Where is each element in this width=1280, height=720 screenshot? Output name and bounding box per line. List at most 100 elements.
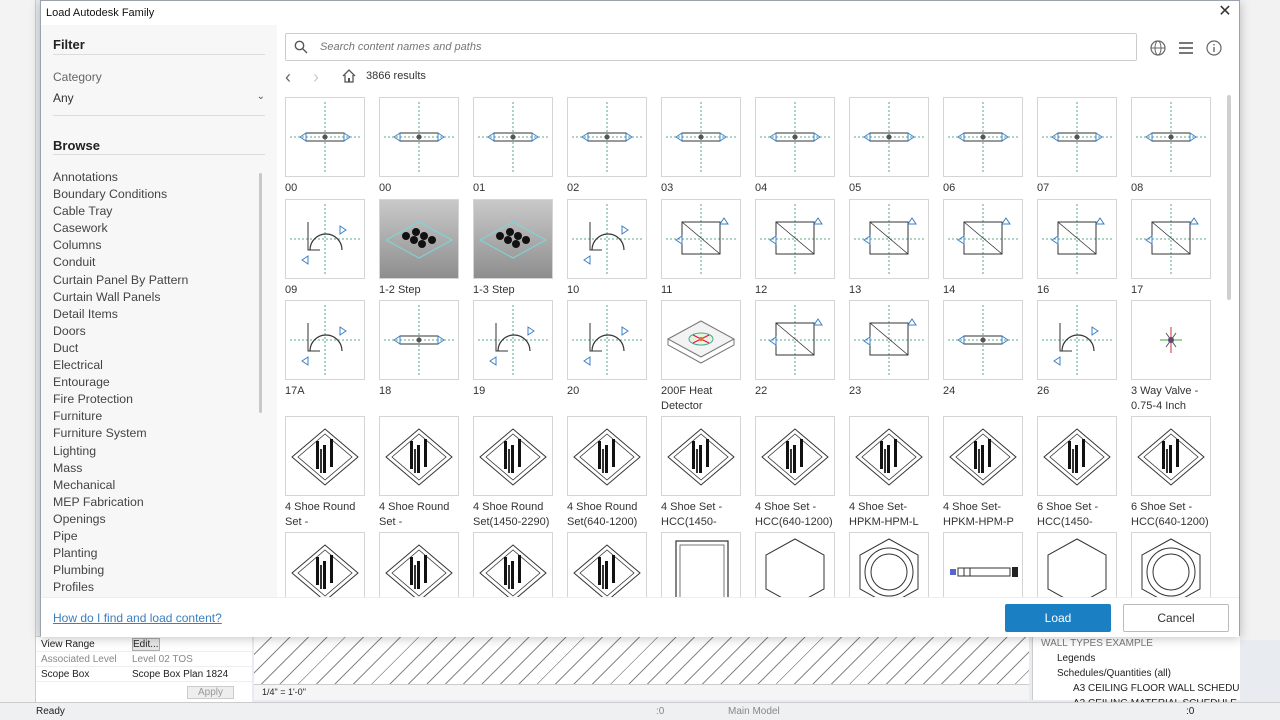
browse-item[interactable]: Conduit (53, 254, 253, 271)
family-card[interactable]: 1-3 Step Surface (473, 199, 553, 313)
globe-icon[interactable] (1149, 39, 1167, 57)
family-card[interactable]: 00 (285, 97, 365, 196)
family-card[interactable] (473, 532, 553, 597)
family-card[interactable]: 23 (849, 300, 929, 399)
family-card[interactable]: 02 (567, 97, 647, 196)
browser-item[interactable]: WALL TYPES EXAMPLE (1041, 636, 1240, 651)
close-icon[interactable]: ✕ (1217, 4, 1233, 20)
active-model-label[interactable]: Main Model (728, 703, 780, 720)
family-card[interactable]: 4 Shoe Set- HPKM-HPM-L (849, 416, 929, 530)
browse-item[interactable]: Profiles (53, 579, 253, 594)
browse-item[interactable]: Cable Tray (53, 203, 253, 220)
browse-item[interactable]: Openings (53, 511, 253, 528)
family-card[interactable]: 11 (661, 199, 741, 298)
browser-item[interactable]: A3 CEILING FLOOR WALL SCHEDULE (1041, 681, 1240, 696)
family-card[interactable]: 20 (567, 300, 647, 399)
browse-item[interactable]: Plumbing (53, 562, 253, 579)
family-card[interactable]: 4 Shoe Set - HCC(1450-2290) (661, 416, 741, 545)
search-input[interactable] (320, 38, 1120, 56)
cancel-button[interactable]: Cancel (1123, 604, 1229, 632)
browse-item[interactable]: Furniture System (53, 425, 253, 442)
family-card[interactable] (1037, 532, 1117, 597)
family-card[interactable]: 12 (755, 199, 835, 298)
browser-item[interactable]: Legends (1041, 651, 1240, 666)
forward-icon[interactable]: › (313, 67, 319, 88)
family-card[interactable] (379, 532, 459, 597)
browse-item[interactable]: Mass (53, 460, 253, 477)
browse-item[interactable]: Entourage (53, 374, 253, 391)
family-card[interactable]: 08 (1131, 97, 1211, 196)
family-card[interactable]: 16 (1037, 199, 1117, 298)
family-card[interactable]: 6 Shoe Set - HCC(1450-2290) (1037, 416, 1117, 545)
category-select[interactable]: Any ⌄ (53, 91, 265, 109)
family-card[interactable]: 24 (943, 300, 1023, 399)
family-card[interactable] (567, 532, 647, 597)
browse-item[interactable]: Boundary Conditions (53, 186, 253, 203)
filter-count[interactable]: :0 (1186, 703, 1194, 720)
family-card[interactable]: 06 (943, 97, 1023, 196)
search-box[interactable] (285, 33, 1137, 61)
family-card[interactable]: 19 (473, 300, 553, 399)
family-card[interactable]: 14 (943, 199, 1023, 298)
browse-item[interactable]: Doors (53, 323, 253, 340)
browse-scrollbar[interactable] (259, 173, 262, 413)
help-link[interactable]: How do I find and load content? (53, 611, 222, 625)
family-card[interactable]: 3 Way Valve - 0.75-4 Inch (1131, 300, 1211, 414)
family-card[interactable]: 03 (661, 97, 741, 196)
family-card[interactable]: 4 Shoe Set- HPKM-HPM-P (943, 416, 1023, 530)
family-card[interactable]: 4 Shoe Round Set(1450-2290) (473, 416, 553, 530)
family-card[interactable]: 26 (1037, 300, 1117, 399)
browse-item[interactable]: Detail Items (53, 306, 253, 323)
family-card[interactable]: 6 Shoe Set - HCC(640-1200) (1131, 416, 1211, 530)
family-card[interactable] (755, 532, 835, 597)
family-card[interactable]: 4 Shoe Set - HCC(640-1200) (755, 416, 835, 530)
browse-item[interactable]: Duct (53, 340, 253, 357)
browser-item[interactable]: Schedules/Quantities (all) (1041, 666, 1240, 681)
family-card[interactable]: 17 (1131, 199, 1211, 298)
browse-item[interactable]: Annotations (53, 169, 253, 186)
browse-item[interactable]: Fire Protection (53, 391, 253, 408)
family-card[interactable]: 00 (379, 97, 459, 196)
family-card[interactable] (1131, 532, 1211, 597)
browse-item[interactable]: Mechanical (53, 477, 253, 494)
view-range-edit-button[interactable]: Edit... (132, 637, 160, 651)
family-card[interactable] (285, 532, 365, 597)
family-card[interactable] (849, 532, 929, 597)
family-card[interactable]: 05 (849, 97, 929, 196)
back-icon[interactable]: ‹ (285, 67, 291, 88)
browse-item[interactable]: Curtain Panel By Pattern (53, 272, 253, 289)
family-card[interactable]: 17A (285, 300, 365, 399)
browse-item[interactable]: Casework (53, 220, 253, 237)
scale-label[interactable]: 1/4" = 1'-0" (262, 687, 306, 697)
browse-item[interactable]: Furniture (53, 408, 253, 425)
family-card[interactable] (661, 532, 741, 597)
drawing-canvas[interactable] (254, 636, 1029, 684)
browse-item[interactable]: MEP Fabrication (53, 494, 253, 511)
info-icon[interactable] (1205, 39, 1223, 57)
home-icon[interactable] (341, 68, 357, 84)
browse-item[interactable]: Columns (53, 237, 253, 254)
family-card[interactable]: 09 (285, 199, 365, 298)
family-card[interactable]: 07 (1037, 97, 1117, 196)
list-view-icon[interactable] (1177, 39, 1195, 57)
family-card[interactable]: 10 (567, 199, 647, 298)
family-card[interactable]: 4 Shoe Round Set -HCC(640-... (379, 416, 459, 545)
family-card[interactable]: 18 (379, 300, 459, 399)
family-card[interactable]: 4 Shoe Round Set -HCC(1450... (285, 416, 365, 545)
family-card[interactable]: 04 (755, 97, 835, 196)
family-card[interactable]: 22 (755, 300, 835, 399)
browse-item[interactable]: Planting (53, 545, 253, 562)
browse-item[interactable]: Electrical (53, 357, 253, 374)
family-card[interactable]: 01 (473, 97, 553, 196)
family-card[interactable]: 1-2 Step Surface (379, 199, 459, 313)
family-card[interactable]: 13 (849, 199, 929, 298)
family-card[interactable] (943, 532, 1023, 597)
family-card[interactable]: 200F Heat Detector (661, 300, 741, 414)
family-card[interactable]: 4 Shoe Round Set(640-1200) (567, 416, 647, 530)
browse-item[interactable]: Lighting (53, 443, 253, 460)
apply-button[interactable]: Apply (186, 686, 234, 699)
results-scrollbar[interactable] (1227, 95, 1231, 300)
browse-item[interactable]: Curtain Wall Panels (53, 289, 253, 306)
dialog-titlebar[interactable]: Load Autodesk Family (41, 1, 1239, 25)
load-button[interactable]: Load (1005, 604, 1111, 632)
